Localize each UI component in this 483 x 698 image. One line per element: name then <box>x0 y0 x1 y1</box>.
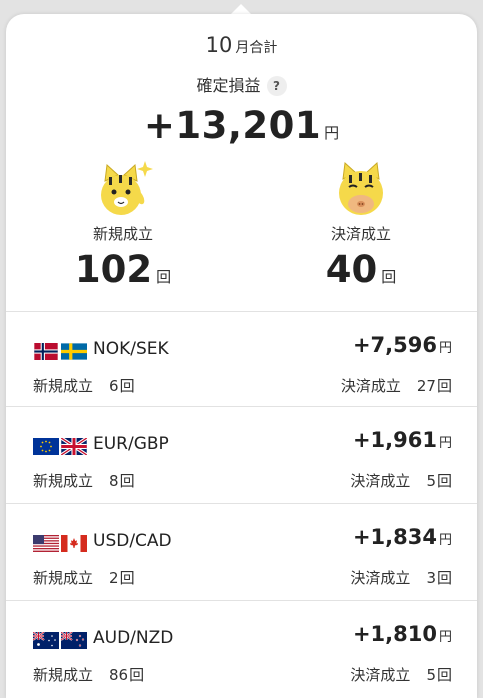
pair-profit-value: +7,596 <box>352 333 437 357</box>
currency-pair-row[interactable]: NOK/SEK +7,596 円 新規成立 6回 決済成立 27回 <box>6 311 477 406</box>
pair-flags <box>33 632 89 649</box>
pair-flags <box>33 535 89 552</box>
settled-orders-count: 5 <box>426 472 436 490</box>
realized-pl-title: 確定損益? <box>6 72 477 96</box>
count-unit: 回 <box>436 569 452 587</box>
new-zealand-flag-icon <box>61 632 87 649</box>
new-orders-value: 102 <box>74 248 153 291</box>
us-flag-icon <box>33 535 59 552</box>
settled-orders-count: 5 <box>426 666 436 684</box>
settled-orders-unit: 回 <box>381 268 397 286</box>
pair-name: EUR/GBP <box>93 434 169 454</box>
pair-settled-orders: 決済成立 5回 <box>350 470 452 491</box>
pair-profit: +1,810 円 <box>353 622 452 646</box>
sweden-flag-icon <box>61 343 87 360</box>
new-orders-label: 新規成立 <box>33 569 94 587</box>
month-number: 10 <box>205 33 233 57</box>
total-profit: +13,201 円 <box>6 104 477 147</box>
new-orders-stat: 新規成立 102 回 <box>43 157 203 291</box>
settled-orders-label: 決済成立 <box>350 569 411 587</box>
count-unit: 回 <box>119 569 135 587</box>
count-unit: 回 <box>436 472 452 490</box>
pair-profit-unit: 円 <box>438 341 452 356</box>
pair-new-orders: 新規成立 8回 <box>33 470 135 491</box>
new-orders-label: 新規成立 <box>33 377 94 395</box>
help-icon[interactable]: ? <box>266 76 287 96</box>
total-profit-value: +13,201 <box>143 104 322 147</box>
summary-section: 10 月合計 確定損益? +13,201 円 新規成立 102 回 決済成立 4… <box>6 14 477 311</box>
pair-profit: +1,961 円 <box>353 428 452 452</box>
eu-flag-icon <box>33 438 59 455</box>
pair-new-orders: 新規成立 6回 <box>33 375 135 396</box>
australia-flag-icon <box>33 632 59 649</box>
count-unit: 回 <box>436 377 452 395</box>
count-unit: 回 <box>436 666 452 684</box>
new-orders-label: 新規成立 <box>92 225 153 243</box>
currency-pair-row[interactable]: EUR/GBP +1,961 円 新規成立 8回 決済成立 5回 <box>6 406 477 501</box>
pair-profit-unit: 円 <box>438 533 452 548</box>
pair-name: NOK/SEK <box>93 339 169 359</box>
currency-pair-row[interactable]: USD/CAD +1,834 円 新規成立 2回 決済成立 3回 <box>6 503 477 598</box>
new-orders-count: 6 <box>109 377 119 395</box>
total-profit-unit: 円 <box>324 124 340 142</box>
new-orders-count: 102 回 <box>43 248 203 291</box>
pair-profit: +1,834 円 <box>353 525 452 549</box>
pair-name: AUD/NZD <box>93 628 174 648</box>
pair-profit-value: +1,961 <box>352 428 437 452</box>
settled-orders-label: 決済成立 <box>350 666 411 684</box>
pair-settled-orders: 決済成立 5回 <box>350 664 452 685</box>
month-heading: 10 月合計 <box>6 33 477 57</box>
currency-pair-row[interactable]: AUD/NZD +1,810 円 新規成立 86回 決済成立 5回 <box>6 600 477 695</box>
monthly-summary-card: 10 月合計 確定損益? +13,201 円 新規成立 102 回 決済成立 4… <box>6 14 477 698</box>
uk-flag-icon <box>61 438 87 455</box>
pair-profit: +7,596 円 <box>353 333 452 357</box>
settled-orders-label: 決済成立 <box>350 472 411 490</box>
settled-orders-stat: 決済成立 40 回 <box>281 157 441 291</box>
count-unit: 回 <box>129 666 145 684</box>
pair-profit-value: +1,810 <box>352 622 437 646</box>
pair-settled-orders: 決済成立 27回 <box>341 375 452 396</box>
realized-pl-label: 確定損益 <box>196 76 261 95</box>
settled-orders-label: 決済成立 <box>340 377 401 395</box>
settled-orders-count: 3 <box>426 569 436 587</box>
pair-profit-unit: 円 <box>438 436 452 451</box>
new-orders-count: 2 <box>109 569 119 587</box>
pair-settled-orders: 決済成立 3回 <box>350 567 452 588</box>
pair-profit-unit: 円 <box>438 630 452 645</box>
pair-new-orders: 新規成立 86回 <box>33 664 144 685</box>
settled-orders-value: 40 <box>325 248 378 291</box>
count-unit: 回 <box>119 472 135 490</box>
canada-flag-icon <box>61 535 87 552</box>
month-suffix: 月合計 <box>235 40 278 56</box>
pair-flags <box>33 438 89 455</box>
tiger-mascot-cheer-icon <box>101 161 153 215</box>
norway-flag-icon <box>33 343 59 360</box>
settled-orders-count: 27 <box>416 377 436 395</box>
new-orders-label: 新規成立 <box>33 472 94 490</box>
pair-profit-value: +1,834 <box>352 525 437 549</box>
count-unit: 回 <box>119 377 135 395</box>
settled-orders-label: 決済成立 <box>330 225 391 243</box>
pair-flags <box>33 343 89 360</box>
pair-new-orders: 新規成立 2回 <box>33 567 135 588</box>
tiger-mascot-piggybank-icon <box>339 161 383 215</box>
new-orders-count: 8 <box>109 472 119 490</box>
new-orders-label: 新規成立 <box>33 666 94 684</box>
settled-orders-count: 40 回 <box>281 248 441 291</box>
pair-name: USD/CAD <box>93 531 172 551</box>
new-orders-unit: 回 <box>156 268 172 286</box>
new-orders-count: 86 <box>109 666 129 684</box>
